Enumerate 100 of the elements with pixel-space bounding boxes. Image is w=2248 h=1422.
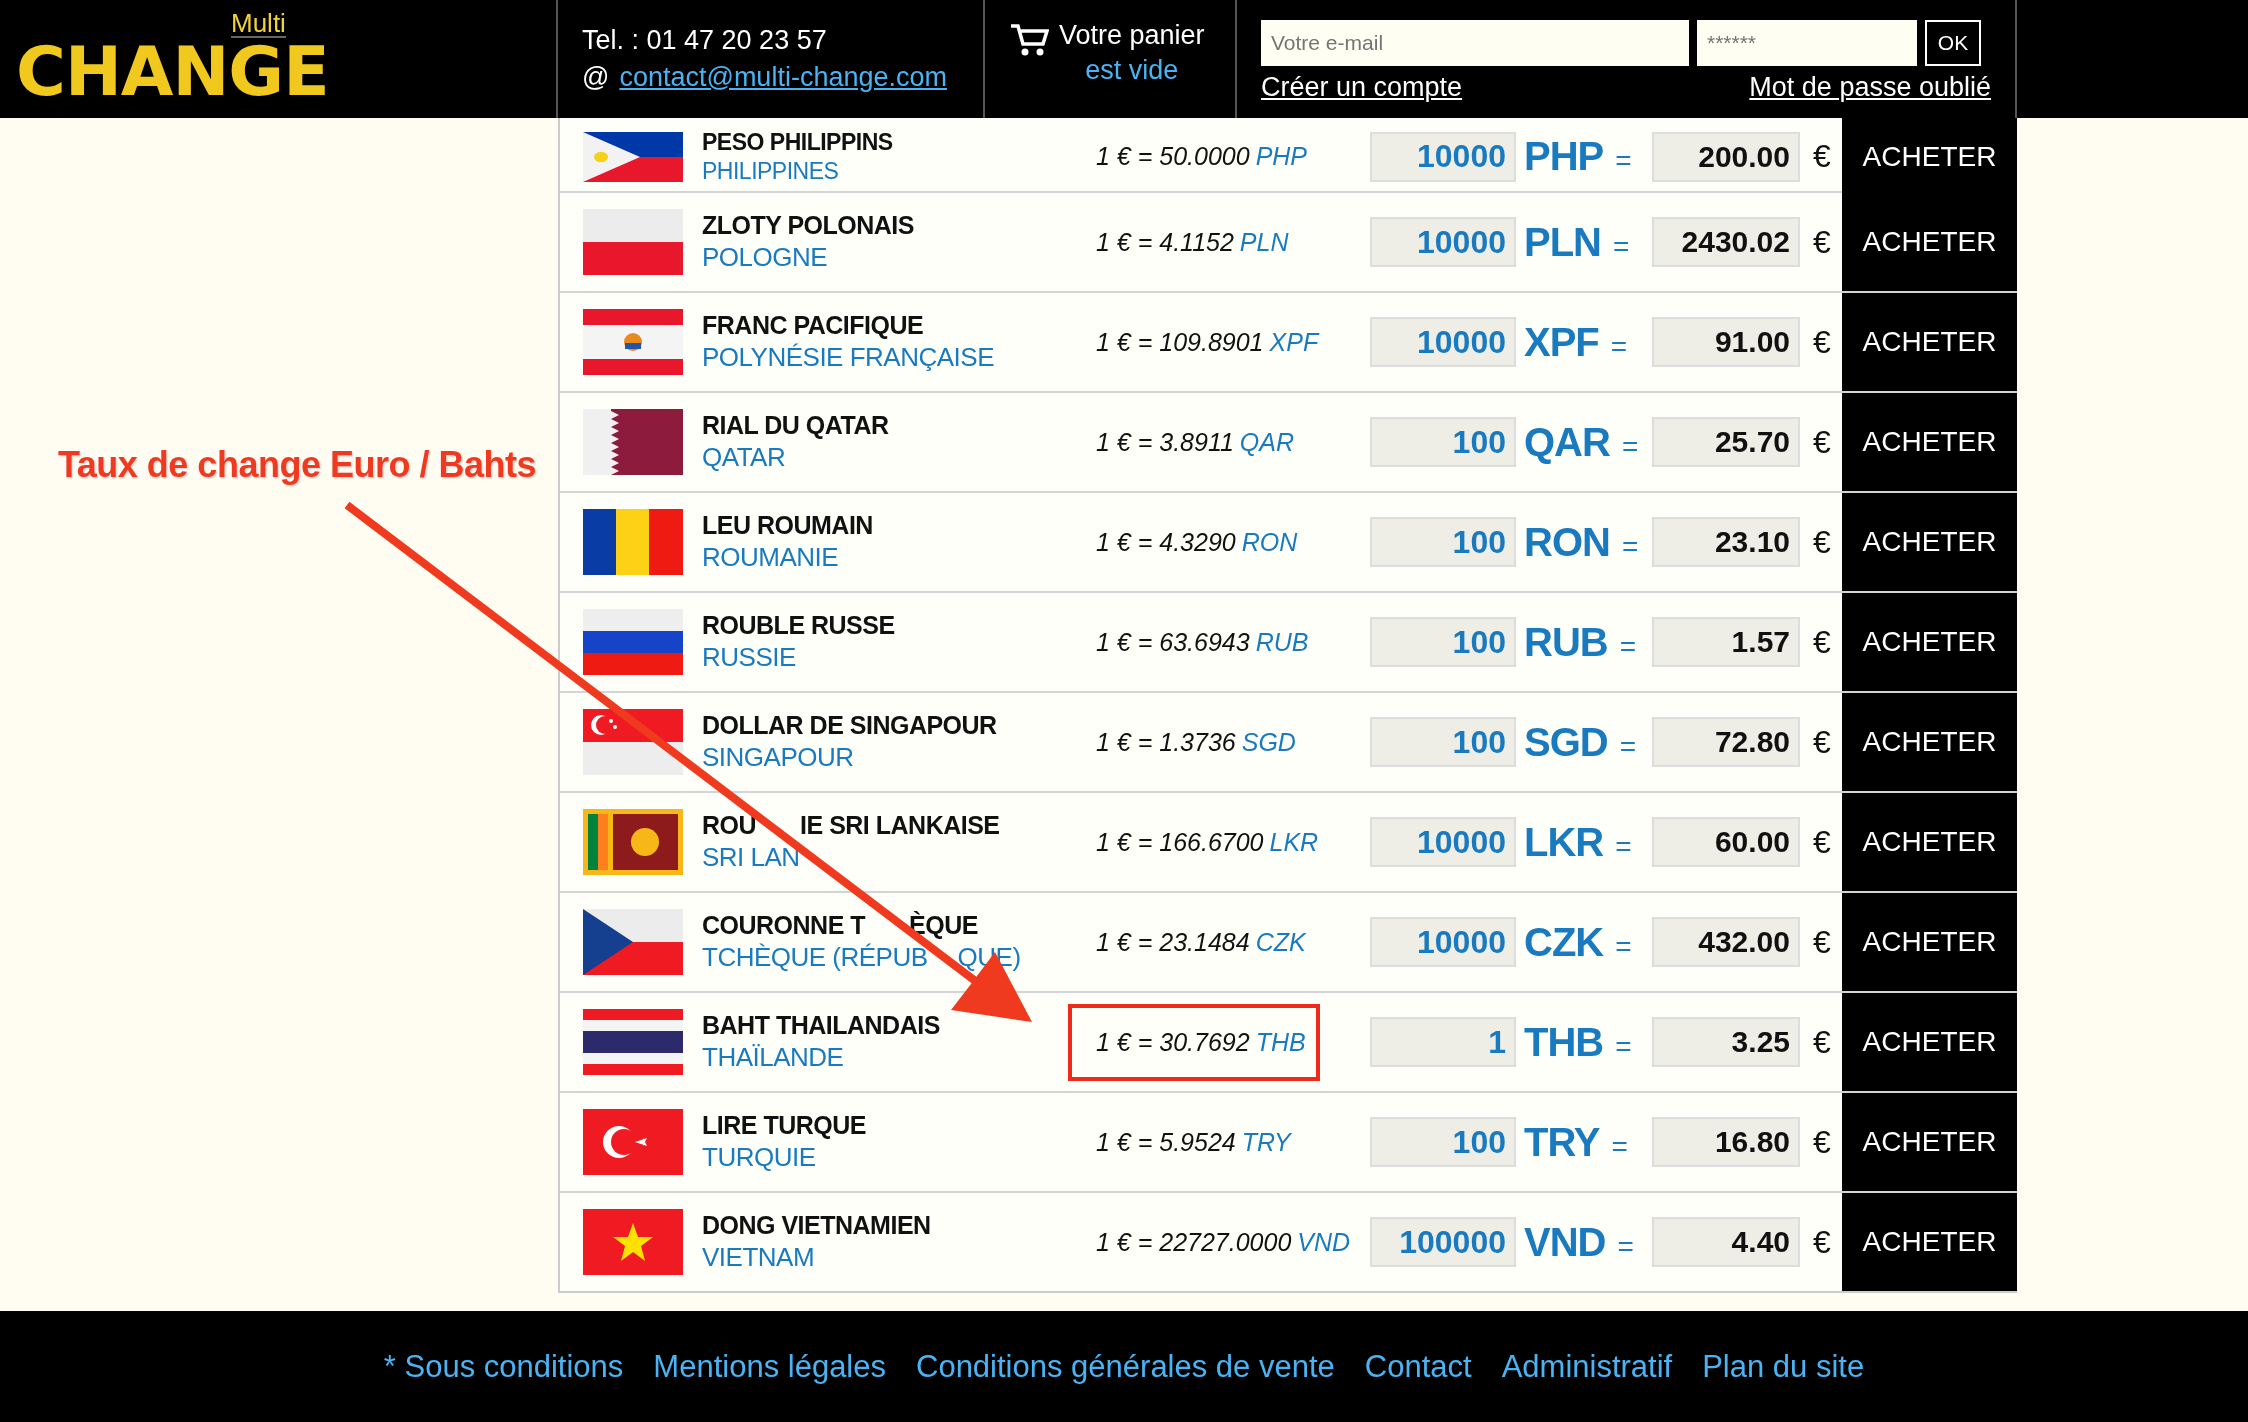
euro-sign: € [1813, 423, 1831, 461]
amount-field[interactable]: 100 [1370, 617, 1516, 667]
currency-code: QAR [1524, 419, 1610, 465]
exchange-rate: 1 € = 4.3290 [1096, 527, 1236, 557]
currency-name: FRANC PACIFIQUE [702, 311, 924, 340]
buy-button[interactable]: ACHETER [1842, 593, 2017, 691]
cart-status: est vide [1085, 55, 1179, 86]
amount-field[interactable]: 1 [1370, 1017, 1516, 1067]
amount-field[interactable]: 10000 [1370, 131, 1516, 182]
euro-sign: € [1813, 723, 1831, 761]
buy-button[interactable]: ACHETER [1842, 293, 2017, 391]
exchange-rate: 1 € = 50.0000 [1096, 142, 1250, 171]
buy-button[interactable]: ACHETER [1842, 1193, 2017, 1291]
currency-name: COURONNE T [702, 911, 866, 940]
rate-currency-code: PLN [1239, 227, 1289, 257]
currency-code: TRY [1524, 1119, 1600, 1165]
phone-number: Tel. : 01 47 20 23 57 [582, 25, 828, 56]
buy-button[interactable]: ACHETER [1842, 493, 2017, 591]
currency-code: RON [1524, 519, 1610, 565]
amount-field[interactable]: 100000 [1370, 1217, 1516, 1267]
country-name: QATAR [702, 442, 786, 473]
equals-sign: = [1619, 730, 1637, 763]
euro-sign: € [1813, 323, 1831, 361]
currency-name: RIAL DU QATAR [702, 411, 889, 440]
euro-sign: € [1813, 1023, 1831, 1061]
price-field: 23.10 [1652, 517, 1800, 567]
amount-field[interactable]: 10000 [1370, 917, 1516, 967]
amount-field[interactable]: 100 [1370, 517, 1516, 567]
rate-currency-code: THB [1255, 1027, 1306, 1057]
rate-currency-code: PHP [1255, 142, 1308, 171]
amount-field[interactable]: 100 [1370, 717, 1516, 767]
country-name: THAÏLANDE [702, 1042, 844, 1073]
currency-name: ZLOTY POLONAIS [702, 211, 914, 240]
rate-currency-code: RUB [1255, 627, 1309, 657]
rate-currency-code: LKR [1269, 827, 1319, 857]
footer-link[interactable]: Administratif [1501, 1348, 1673, 1385]
exchange-rate: 1 € = 23.1484 [1096, 927, 1250, 957]
exchange-rate: 1 € = 166.6700 [1096, 827, 1264, 857]
currency-name: LEU ROUMAIN [702, 511, 873, 540]
password-field[interactable]: ****** [1697, 20, 1917, 66]
amount-field[interactable]: 10000 [1370, 817, 1516, 867]
rate-currency-code: SGD [1241, 727, 1296, 757]
price-field: 72.80 [1652, 717, 1800, 767]
currency-code: PHP [1524, 134, 1604, 179]
currency-name: ÈQUE [909, 911, 978, 940]
buy-button[interactable]: ACHETER [1842, 693, 2017, 791]
exchange-rate: 1 € = 5.9524 [1096, 1127, 1236, 1157]
currency-code: THB [1524, 1019, 1604, 1065]
footer-link[interactable]: Mentions légales [653, 1348, 886, 1385]
equals-sign: = [1615, 830, 1632, 863]
buy-button[interactable]: ACHETER [1842, 993, 2017, 1091]
currency-code: PLN [1524, 219, 1601, 265]
exchange-rate: 1 € = 4.1152 [1096, 227, 1234, 257]
footer-link[interactable]: Contact [1364, 1348, 1472, 1385]
forgot-password-link[interactable]: Mot de passe oublié [1749, 72, 1991, 103]
amount-field[interactable]: 10000 [1370, 317, 1516, 367]
buy-button[interactable]: ACHETER [1842, 193, 2017, 291]
rate-currency-code: QAR [1239, 427, 1295, 457]
price-field: 16.80 [1652, 1117, 1800, 1167]
price-field: 2430.02 [1652, 217, 1800, 267]
equals-sign: = [1621, 530, 1639, 563]
country-name: SRI LAN [702, 842, 800, 873]
equals-sign: = [1615, 930, 1632, 963]
footer-link[interactable]: * Sous conditions [383, 1348, 624, 1385]
footer-link[interactable]: Conditions générales de vente [916, 1348, 1335, 1385]
price-field: 1.57 [1652, 617, 1800, 667]
logo[interactable]: Multi CHANGE [0, 0, 558, 118]
cart-title[interactable]: Votre panier [1059, 20, 1205, 51]
buy-button[interactable]: ACHETER [1842, 393, 2017, 491]
equals-sign: = [1619, 630, 1637, 663]
currency-name: IE SRI LANKAISE [800, 811, 1000, 840]
ok-button[interactable]: OK [1925, 20, 1981, 66]
country-name: SINGAPOUR [702, 742, 854, 773]
euro-sign: € [1813, 923, 1831, 961]
currency-name: DOLLAR DE SINGAPOUR [702, 711, 997, 740]
euro-sign: € [1813, 1223, 1831, 1261]
exchange-rate: 1 € = 1.3736 [1096, 727, 1236, 757]
country-name: POLOGNE [702, 242, 828, 273]
rate-currency-code: TRY [1241, 1127, 1291, 1157]
email-field[interactable]: Votre e-mail [1261, 20, 1689, 66]
amount-field[interactable]: 100 [1370, 417, 1516, 467]
create-account-link[interactable]: Créer un compte [1261, 72, 1463, 103]
buy-button[interactable]: ACHETER [1842, 118, 2017, 195]
currency-name: ROUBLE RUSSE [702, 611, 895, 640]
exchange-rate: 1 € = 109.8901 [1096, 327, 1264, 357]
buy-button[interactable]: ACHETER [1842, 893, 2017, 991]
exchange-rate: 1 € = 22727.0000 [1096, 1227, 1292, 1257]
footer-link[interactable]: Plan du site [1702, 1348, 1865, 1385]
amount-field[interactable]: 10000 [1370, 217, 1516, 267]
euro-sign: € [1813, 223, 1831, 261]
buy-button[interactable]: ACHETER [1842, 1093, 2017, 1191]
buy-button[interactable]: ACHETER [1842, 793, 2017, 891]
email-link[interactable]: contact@multi-change.com [619, 62, 947, 93]
currency-code: XPF [1524, 319, 1599, 365]
currency-code: VND [1524, 1219, 1606, 1265]
exchange-rate: 1 € = 63.6943 [1096, 627, 1250, 657]
price-field: 60.00 [1652, 817, 1800, 867]
amount-field[interactable]: 100 [1370, 1117, 1516, 1167]
euro-sign: € [1813, 1123, 1831, 1161]
euro-sign: € [1813, 523, 1831, 561]
